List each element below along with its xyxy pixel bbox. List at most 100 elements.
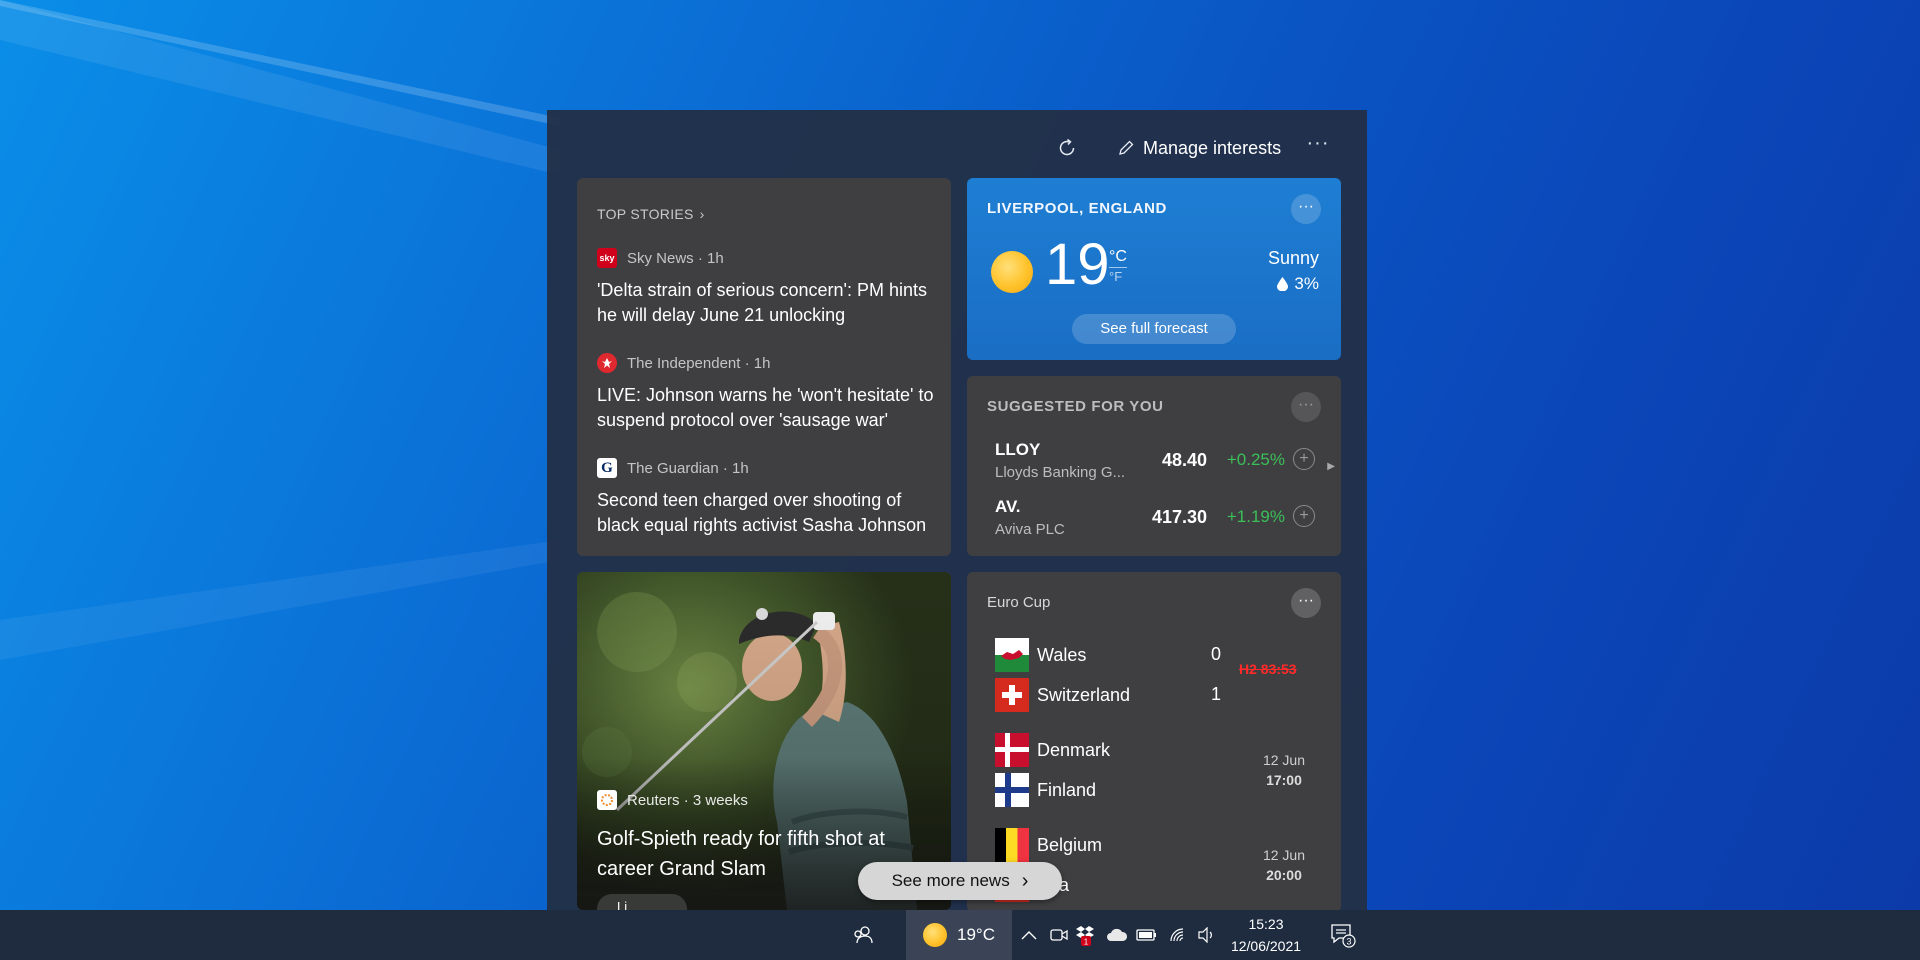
sky-news-logo-icon: sky xyxy=(597,248,617,268)
team-row[interactable]: Finland xyxy=(995,773,1096,807)
story-source: The Independent · 1h xyxy=(627,354,771,372)
network-button[interactable] xyxy=(1166,910,1192,960)
match-schedule: 12 Jun 17:00 xyxy=(1263,750,1305,790)
manage-interests-label: Manage interests xyxy=(1143,137,1282,158)
chevron-right-icon: › xyxy=(699,206,705,222)
stock-name: Lloyds Banking G... xyxy=(995,464,1125,481)
precipitation-value: 3% xyxy=(1294,274,1319,293)
clock-date: 12/06/2021 xyxy=(1230,938,1302,954)
story-item[interactable]: G The Guardian · 1h Second teen charged … xyxy=(597,458,937,538)
team-row[interactable]: Belgium xyxy=(995,828,1102,862)
like-button[interactable]: Li xyxy=(597,894,687,910)
weather-location: LIVERPOOL, ENGLAND xyxy=(987,200,1167,217)
suggested-more-button[interactable]: ··· xyxy=(1291,392,1321,422)
weather-more-button[interactable]: ··· xyxy=(1291,194,1321,224)
refresh-button[interactable] xyxy=(1052,133,1082,163)
notification-icon: 3 xyxy=(1331,924,1356,948)
speaker-icon xyxy=(1198,927,1212,943)
match-time: 17:00 xyxy=(1266,772,1302,788)
match-date: 12 Jun xyxy=(1262,752,1305,768)
story-title[interactable]: 'Delta strain of serious concern': PM hi… xyxy=(597,278,937,328)
stock-symbol: LLOY xyxy=(995,440,1041,459)
people-icon xyxy=(854,926,873,944)
suggested-header: SUGGESTED FOR YOU xyxy=(987,398,1164,415)
cloud-icon xyxy=(1107,928,1128,941)
euro-cup-header: Euro Cup xyxy=(987,594,1051,611)
team-row[interactable]: Wales xyxy=(995,638,1086,672)
team-row[interactable]: Denmark xyxy=(995,733,1110,767)
camera-icon xyxy=(1050,929,1068,941)
battery-button[interactable] xyxy=(1134,910,1160,960)
belgium-flag-icon xyxy=(995,828,1029,862)
people-button[interactable] xyxy=(845,910,881,960)
sun-icon xyxy=(923,923,947,947)
see-full-forecast-button[interactable]: See full forecast xyxy=(1072,314,1236,344)
team-name: Wales xyxy=(1037,644,1087,665)
volume-button[interactable] xyxy=(1194,910,1220,960)
clock-time: 15:23 xyxy=(1248,916,1284,932)
taskbar: 19°C 1 15:23 12/06/2021 3 xyxy=(0,910,1920,960)
action-center-button[interactable]: 3 xyxy=(1328,910,1358,960)
top-stories-header[interactable]: TOP STORIES › xyxy=(597,206,705,222)
top-stories-title: TOP STORIES xyxy=(597,206,694,222)
team-name: Switzerland xyxy=(1037,684,1131,705)
stock-row[interactable]: LLOY Lloyds Banking G... 48.40 +0.25% + xyxy=(995,440,1315,490)
svg-text:1: 1 xyxy=(1084,938,1089,947)
team-name: Finland xyxy=(1037,779,1097,800)
euro-cup-card: Euro Cup ··· Wales 0 Switzerland 1 H2 83… xyxy=(967,572,1341,910)
sun-icon xyxy=(991,251,1033,293)
match-date: 12 Jun xyxy=(1262,847,1305,863)
weather-condition: Sunny xyxy=(1267,248,1319,268)
widgets-panel: Manage interests ··· TOP STORIES › sky S… xyxy=(547,110,1367,910)
weather-precipitation: 3% xyxy=(1277,274,1319,294)
stock-name: Aviva PLC xyxy=(995,521,1065,538)
stock-symbol: AV. xyxy=(995,497,1021,516)
fahrenheit-toggle[interactable]: °F xyxy=(1109,268,1127,286)
onedrive-button[interactable] xyxy=(1104,910,1130,960)
refresh-icon xyxy=(1059,138,1075,156)
show-hidden-icons-button[interactable] xyxy=(1016,910,1042,960)
team-score: 1 xyxy=(1211,684,1222,704)
stock-change: +1.19% xyxy=(1226,507,1285,526)
svg-text:3: 3 xyxy=(1346,937,1351,947)
manage-interests-button[interactable]: Manage interests xyxy=(1117,134,1281,162)
euro-cup-more-button[interactable]: ··· xyxy=(1291,588,1321,618)
team-row[interactable]: Switzerland xyxy=(995,678,1130,712)
see-more-news-label: See more news xyxy=(891,871,1010,890)
wales-flag-icon xyxy=(995,638,1029,672)
stock-price: 417.30 xyxy=(1151,507,1207,527)
story-item[interactable]: The Independent · 1h LIVE: Johnson warns… xyxy=(597,353,937,433)
golf-source: Reuters · 3 weeks xyxy=(597,790,748,810)
guardian-logo-icon: G xyxy=(597,458,617,478)
chevron-right-icon: › xyxy=(1021,869,1029,892)
weather-card[interactable]: LIVERPOOL, ENGLAND ··· 19 °C °F Sunny 3%… xyxy=(967,178,1341,360)
story-title[interactable]: LIVE: Johnson warns he 'won't hesitate' … xyxy=(597,383,937,433)
meet-now-button[interactable] xyxy=(1046,910,1072,960)
add-stock-button[interactable]: + xyxy=(1293,505,1315,527)
next-arrow-icon[interactable]: ▶ xyxy=(1327,461,1335,472)
panel-more-button[interactable]: ··· xyxy=(1303,132,1333,162)
golf-news-card[interactable]: Reuters · 3 weeks Golf-Spieth ready for … xyxy=(577,572,951,910)
weather-temperature: 19 xyxy=(1045,232,1110,297)
dropbox-icon: 1 xyxy=(1076,926,1094,947)
stock-row[interactable]: AV. Aviva PLC 417.30 +1.19% + xyxy=(995,497,1315,547)
match-live-status: H2 83:53 xyxy=(1239,661,1297,677)
clock-button[interactable]: 15:23 12/06/2021 xyxy=(1224,910,1308,960)
see-more-news-button[interactable]: See more news › xyxy=(858,862,1062,900)
story-title[interactable]: Second teen charged over shooting of bla… xyxy=(597,488,937,538)
reuters-logo-icon xyxy=(597,790,617,810)
stock-price: 48.40 xyxy=(1161,450,1207,470)
suggested-for-you-card: SUGGESTED FOR YOU ··· LLOY Lloyds Bankin… xyxy=(967,376,1341,556)
dropbox-button[interactable]: 1 xyxy=(1072,910,1098,960)
taskbar-weather-button[interactable]: 19°C xyxy=(906,910,1012,960)
story-source: The Guardian · 1h xyxy=(627,459,749,477)
story-item[interactable]: sky Sky News · 1h 'Delta strain of serio… xyxy=(597,248,937,328)
weather-units: °C °F xyxy=(1109,248,1127,286)
stock-change: +0.25% xyxy=(1226,450,1285,469)
add-stock-button[interactable]: + xyxy=(1293,448,1315,470)
independent-logo-icon xyxy=(597,353,617,373)
finland-flag-icon xyxy=(995,773,1029,807)
team-name: Denmark xyxy=(1037,739,1111,760)
panel-toolbar: Manage interests ··· xyxy=(547,110,1367,180)
celsius-toggle[interactable]: °C xyxy=(1109,248,1127,268)
